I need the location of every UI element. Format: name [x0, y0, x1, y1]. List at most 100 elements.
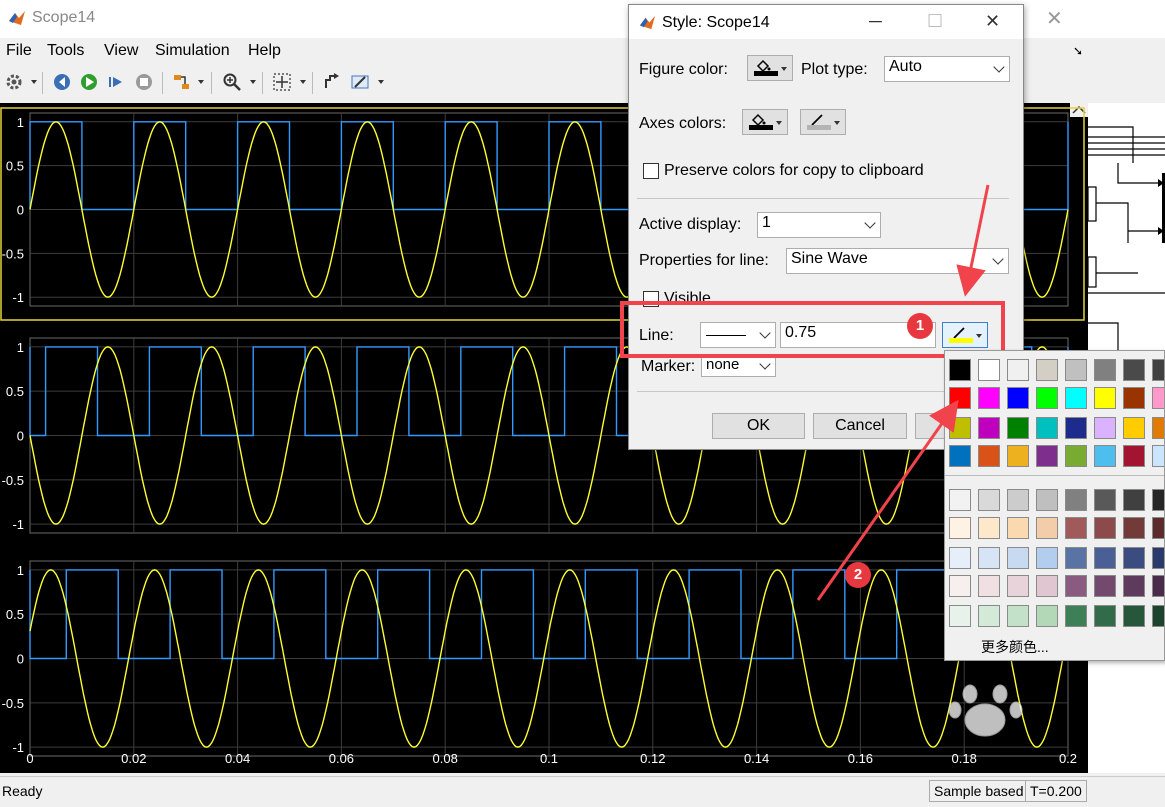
scale-dropdown-icon[interactable]: [300, 80, 306, 84]
color-swatch[interactable]: [1007, 417, 1029, 439]
color-swatch[interactable]: [1007, 489, 1029, 511]
scale-axes-icon[interactable]: [270, 70, 294, 94]
color-swatch[interactable]: [1007, 605, 1029, 627]
color-swatch[interactable]: [949, 359, 971, 381]
close-icon[interactable]: ✕: [1046, 6, 1063, 31]
color-swatch[interactable]: [978, 489, 1000, 511]
color-swatch[interactable]: [1065, 547, 1087, 569]
more-colors-link[interactable]: 更多颜色...: [981, 637, 1049, 657]
axes-background-color-button[interactable]: [742, 109, 788, 135]
close-icon[interactable]: ✕: [985, 11, 1000, 32]
ok-button[interactable]: OK: [712, 413, 805, 439]
color-swatch[interactable]: [1094, 417, 1116, 439]
color-swatch[interactable]: [1094, 489, 1116, 511]
color-swatch[interactable]: [1123, 605, 1145, 627]
color-swatch[interactable]: [949, 547, 971, 569]
menu-file[interactable]: File: [6, 42, 32, 60]
color-swatch[interactable]: [1007, 387, 1029, 409]
color-swatch[interactable]: [949, 417, 971, 439]
color-swatch[interactable]: [1036, 445, 1058, 467]
color-swatch[interactable]: [1007, 359, 1029, 381]
undock-icon[interactable]: ➘: [1073, 44, 1083, 58]
color-swatch[interactable]: [1123, 575, 1145, 597]
color-swatch[interactable]: [978, 359, 1000, 381]
color-swatch[interactable]: [949, 605, 971, 627]
run-icon[interactable]: [77, 70, 101, 94]
color-swatch[interactable]: [1007, 445, 1029, 467]
color-swatch[interactable]: [1036, 575, 1058, 597]
axes-grid-color-button[interactable]: [800, 109, 846, 135]
zoom-dropdown-icon[interactable]: [250, 80, 256, 84]
cursor-measure-icon[interactable]: [320, 70, 344, 94]
color-swatch[interactable]: [1123, 387, 1145, 409]
color-swatch[interactable]: [1036, 517, 1058, 539]
color-swatch[interactable]: [1123, 445, 1145, 467]
highlight-dropdown-icon[interactable]: [198, 80, 204, 84]
color-swatch[interactable]: [1036, 547, 1058, 569]
color-swatch[interactable]: [978, 575, 1000, 597]
color-swatch[interactable]: [1007, 517, 1029, 539]
highlight-block-icon[interactable]: [170, 70, 194, 94]
color-swatch[interactable]: [1094, 547, 1116, 569]
color-swatch[interactable]: [1123, 547, 1145, 569]
menu-view[interactable]: View: [104, 42, 138, 60]
color-swatch[interactable]: [1065, 575, 1087, 597]
color-swatch[interactable]: [1065, 517, 1087, 539]
color-swatch[interactable]: [949, 445, 971, 467]
color-swatch[interactable]: [1152, 605, 1164, 627]
color-swatch[interactable]: [1152, 387, 1164, 409]
color-swatch[interactable]: [1152, 517, 1164, 539]
active-display-select[interactable]: 1: [757, 212, 881, 238]
color-swatch[interactable]: [949, 387, 971, 409]
color-swatch[interactable]: [949, 575, 971, 597]
color-swatch[interactable]: [1036, 605, 1058, 627]
color-swatch[interactable]: [1036, 417, 1058, 439]
color-swatch[interactable]: [1152, 445, 1164, 467]
step-forward-icon[interactable]: [104, 70, 128, 94]
color-swatch[interactable]: [1065, 489, 1087, 511]
properties-for-line-select[interactable]: Sine Wave: [786, 248, 1009, 274]
color-swatch[interactable]: [1152, 547, 1164, 569]
style-dropdown-icon[interactable]: [378, 80, 384, 84]
stop-icon[interactable]: [132, 70, 156, 94]
color-swatch[interactable]: [1036, 387, 1058, 409]
color-swatch[interactable]: [1094, 387, 1116, 409]
color-swatch[interactable]: [1123, 517, 1145, 539]
color-swatch[interactable]: [1152, 489, 1164, 511]
color-swatch[interactable]: [1123, 359, 1145, 381]
color-swatch[interactable]: [1065, 445, 1087, 467]
color-swatch[interactable]: [1152, 575, 1164, 597]
color-swatch[interactable]: [1065, 387, 1087, 409]
settings-dropdown-icon[interactable]: [31, 80, 37, 84]
color-swatch[interactable]: [949, 517, 971, 539]
menu-tools[interactable]: Tools: [47, 42, 84, 60]
menu-simulation[interactable]: Simulation: [155, 42, 230, 60]
minimize-icon[interactable]: ─: [869, 11, 882, 32]
color-swatch[interactable]: [1036, 489, 1058, 511]
step-back-icon[interactable]: [50, 70, 74, 94]
menu-help[interactable]: Help: [248, 42, 281, 60]
plot-type-select[interactable]: Auto: [884, 56, 1010, 82]
color-swatch[interactable]: [1094, 517, 1116, 539]
color-swatch[interactable]: [978, 547, 1000, 569]
color-swatch[interactable]: [1152, 359, 1164, 381]
cancel-button[interactable]: Cancel: [813, 413, 907, 439]
color-swatch[interactable]: [1123, 489, 1145, 511]
color-swatch[interactable]: [1152, 417, 1164, 439]
marker-select[interactable]: none: [701, 355, 776, 377]
color-swatch[interactable]: [978, 387, 1000, 409]
color-swatch[interactable]: [978, 417, 1000, 439]
color-swatch[interactable]: [1094, 575, 1116, 597]
color-swatch[interactable]: [1094, 445, 1116, 467]
color-swatch[interactable]: [949, 489, 971, 511]
color-swatch[interactable]: [978, 517, 1000, 539]
color-swatch[interactable]: [1065, 359, 1087, 381]
settings-gear-icon[interactable]: [2, 70, 26, 94]
restore-axes-button[interactable]: [1070, 103, 1088, 117]
zoom-icon[interactable]: [220, 70, 244, 94]
color-swatch[interactable]: [1065, 417, 1087, 439]
color-swatch[interactable]: [978, 605, 1000, 627]
preserve-colors-checkbox[interactable]: [643, 163, 659, 179]
color-swatch[interactable]: [1123, 417, 1145, 439]
color-swatch[interactable]: [1094, 359, 1116, 381]
